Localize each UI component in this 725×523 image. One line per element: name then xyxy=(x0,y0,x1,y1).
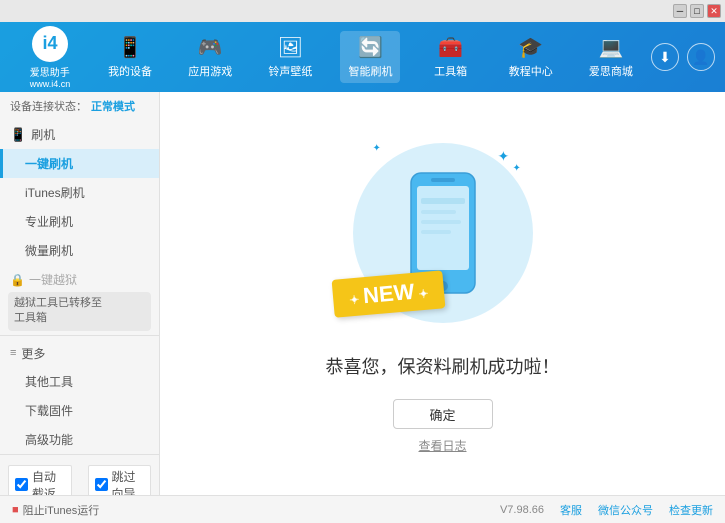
sidebar-item-advanced[interactable]: 高级功能 xyxy=(0,425,159,454)
more-icon: ≡ xyxy=(10,347,16,359)
more-label: 更多 xyxy=(21,345,45,362)
user-button[interactable]: 👤 xyxy=(687,43,715,71)
skip-wizard-checkbox-label[interactable]: 跳过向导 xyxy=(88,465,152,495)
tutorial-icon: 🎓 xyxy=(518,35,543,60)
nav-smart-shop-label: 智能刷机 xyxy=(348,63,392,79)
title-bar: ─ □ ✕ xyxy=(0,0,725,22)
sidebar: 设备连接状态： 正常模式 📱 刷机 一键刷机 iTunes刷机 专业刷机 微量刷… xyxy=(0,92,160,495)
jailbreak-note: 越狱工具已转移至 工具箱 xyxy=(8,292,151,331)
connection-status: 设备连接状态： 正常模式 xyxy=(0,92,159,120)
sidebar-item-dfu-flash[interactable]: 微量刷机 xyxy=(0,236,159,265)
nav-ringtone[interactable]: 🖼 铃声壁纸 xyxy=(260,31,320,83)
logo-text: 爱思助手 www.i4.cn xyxy=(30,64,71,89)
stop-icon: ■ xyxy=(12,504,19,516)
customer-service-link[interactable]: 客服 xyxy=(560,502,582,518)
nav-bar: 📱 我的设备 🎮 应用游戏 🖼 铃声壁纸 🔄 智能刷机 🧰 工具箱 🎓 教程中心… xyxy=(90,31,651,83)
status-right: V7.98.66 客服 微信公众号 检查更新 xyxy=(500,502,713,518)
sidebar-item-download-firmware[interactable]: 下载固件 xyxy=(0,396,159,425)
sidebar-item-other-tools[interactable]: 其他工具 xyxy=(0,367,159,396)
auto-return-checkbox[interactable] xyxy=(15,478,28,491)
sparkle-2: ✦ xyxy=(513,163,521,174)
skip-wizard-checkbox[interactable] xyxy=(95,478,108,491)
store-icon: 💻 xyxy=(598,35,623,60)
more-section-header[interactable]: ≡ 更多 xyxy=(0,340,159,367)
nav-apps-games-label: 应用游戏 xyxy=(188,63,232,79)
main-area: 设备连接状态： 正常模式 📱 刷机 一键刷机 iTunes刷机 专业刷机 微量刷… xyxy=(0,92,725,495)
content-area: ✦ ✦ ✦ NEW 恭喜您，保资料刷机成功啦！ 确定 查看日志 xyxy=(160,92,725,495)
nav-apps-games[interactable]: 🎮 应用游戏 xyxy=(180,31,240,83)
nav-tutorial[interactable]: 🎓 教程中心 xyxy=(501,31,561,83)
flash-section-header[interactable]: 📱 刷机 xyxy=(0,120,159,149)
my-device-icon: 📱 xyxy=(118,35,143,60)
nav-ringtone-label: 铃声壁纸 xyxy=(268,63,312,79)
nav-my-device[interactable]: 📱 我的设备 xyxy=(100,31,160,83)
header: i4 爱思助手 www.i4.cn 📱 我的设备 🎮 应用游戏 🖼 铃声壁纸 🔄… xyxy=(0,22,725,92)
phone-illustration: ✦ ✦ ✦ NEW xyxy=(343,133,543,333)
header-right: ⬇ 👤 xyxy=(651,43,715,71)
sparkle-3: ✦ xyxy=(373,143,381,154)
toolbox-icon: 🧰 xyxy=(438,35,463,60)
nav-my-device-label: 我的设备 xyxy=(108,63,152,79)
sidebar-item-itunes-flash[interactable]: iTunes刷机 xyxy=(0,178,159,207)
jailbreak-disabled-label: 一键越狱 xyxy=(29,271,77,288)
nav-tutorial-label: 教程中心 xyxy=(509,63,553,79)
lock-icon: 🔒 xyxy=(10,273,25,287)
nav-store-label: 爱思商城 xyxy=(589,63,633,79)
stop-itunes[interactable]: ■ 阻止iTunes运行 xyxy=(12,502,99,518)
sidebar-divider xyxy=(0,335,159,336)
flash-icon: 📱 xyxy=(10,127,26,143)
sidebar-item-pro-flash[interactable]: 专业刷机 xyxy=(0,207,159,236)
version-text: V7.98.66 xyxy=(500,504,544,516)
logo-area: i4 爱思助手 www.i4.cn xyxy=(10,26,90,89)
auto-return-checkbox-label[interactable]: 自动截返 xyxy=(8,465,72,495)
jailbreak-section: 🔒 一键越狱 xyxy=(0,265,159,290)
wechat-public-link[interactable]: 微信公众号 xyxy=(598,502,653,518)
checkbox-area: 自动截返 跳过向导 xyxy=(8,461,151,495)
flash-label: 刷机 xyxy=(31,126,55,143)
nav-smart-shop[interactable]: 🔄 智能刷机 xyxy=(340,31,400,83)
apps-games-icon: 🎮 xyxy=(198,35,223,60)
confirm-button[interactable]: 确定 xyxy=(393,399,493,429)
minimize-button[interactable]: ─ xyxy=(673,4,687,18)
logo-icon: i4 xyxy=(32,26,68,62)
status-left: ■ 阻止iTunes运行 xyxy=(12,502,500,518)
diary-button[interactable]: 查看日志 xyxy=(418,437,466,454)
smart-shop-icon: 🔄 xyxy=(358,35,383,60)
success-text: 恭喜您，保资料刷机成功啦！ xyxy=(326,353,560,379)
ringtone-icon: 🖼 xyxy=(278,35,303,60)
sidebar-bottom: 自动截返 跳过向导 📱 iPhone 12 mini 64GB Down-12m… xyxy=(0,454,159,495)
download-button[interactable]: ⬇ xyxy=(651,43,679,71)
nav-store[interactable]: 💻 爱思商城 xyxy=(581,31,641,83)
status-bar: ■ 阻止iTunes运行 V7.98.66 客服 微信公众号 检查更新 xyxy=(0,495,725,523)
status-value: 正常模式 xyxy=(91,98,135,114)
close-button[interactable]: ✕ xyxy=(707,4,721,18)
nav-toolbox-label: 工具箱 xyxy=(434,63,467,79)
check-update-link[interactable]: 检查更新 xyxy=(669,502,713,518)
sidebar-item-one-click-flash[interactable]: 一键刷机 xyxy=(0,149,159,178)
nav-toolbox[interactable]: 🧰 工具箱 xyxy=(421,31,481,83)
sparkle-1: ✦ xyxy=(498,148,510,165)
maximize-button[interactable]: □ xyxy=(690,4,704,18)
